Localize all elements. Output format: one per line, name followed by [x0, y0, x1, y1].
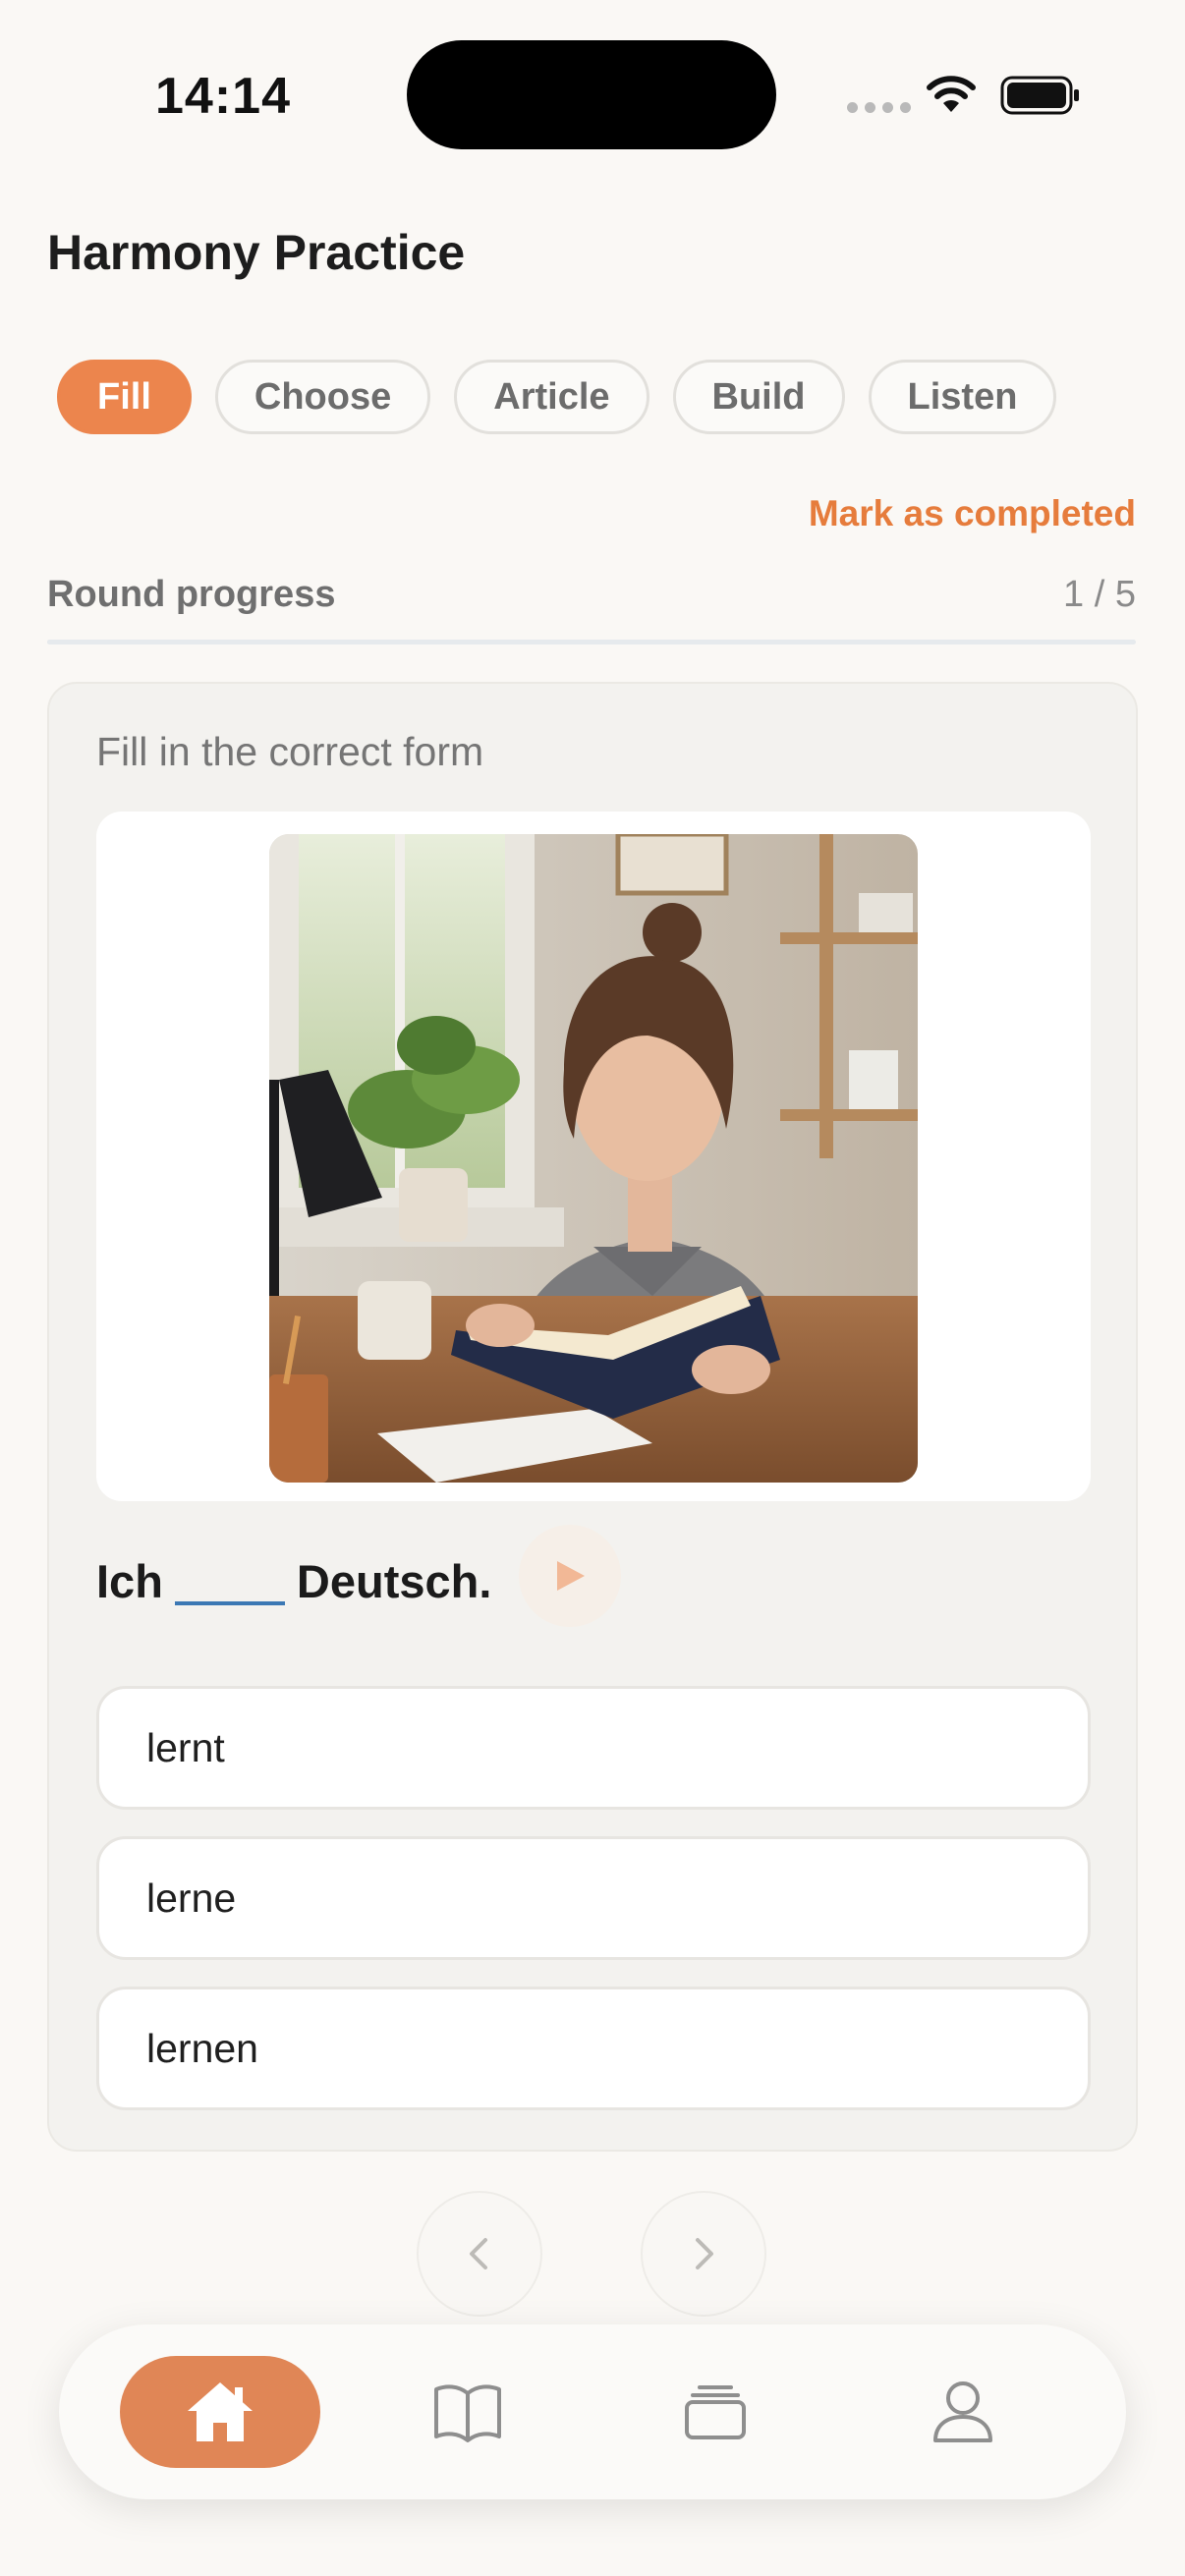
mark-completed-link[interactable]: Mark as completed: [809, 493, 1136, 534]
profile-icon: [933, 2381, 992, 2442]
exercise-illustration: [269, 834, 918, 1483]
status-bar: 14:14: [0, 0, 1185, 187]
answer-option[interactable]: lerne: [96, 1836, 1091, 1960]
signal-icon: [847, 102, 911, 113]
sentence-start: Ich: [96, 1555, 163, 1607]
progress-bar: [47, 640, 1136, 644]
answer-option[interactable]: lernen: [96, 1987, 1091, 2110]
book-icon: [434, 2384, 501, 2442]
exercise-sentence: Ich Deutsch.: [96, 1554, 491, 1608]
home-icon: [188, 2382, 253, 2441]
cards-icon: [685, 2385, 746, 2439]
tabbar-lessons[interactable]: [367, 2356, 568, 2468]
tab-build[interactable]: Build: [672, 360, 845, 434]
play-audio-button[interactable]: [519, 1525, 621, 1627]
sentence-end: Deutsch.: [296, 1555, 492, 1607]
exercise-instruction: Fill in the correct form: [96, 729, 484, 774]
mode-tabs: Fill Choose Article Build Listen: [57, 360, 1057, 434]
answer-options: lernt lerne lernen: [96, 1686, 1091, 2137]
progress-fill: [47, 640, 265, 644]
exercise-card: Fill in the correct form Ich Deutsch. le…: [47, 682, 1138, 2152]
tab-listen[interactable]: Listen: [868, 360, 1057, 434]
chevron-left-icon: [470, 2238, 487, 2269]
tab-fill[interactable]: Fill: [57, 360, 192, 434]
status-time: 14:14: [155, 68, 291, 125]
tab-choose[interactable]: Choose: [214, 360, 431, 434]
dynamic-island: [407, 40, 776, 149]
sentence-blank: [174, 1600, 285, 1605]
tabbar-profile[interactable]: [863, 2356, 1063, 2468]
battery-icon: [1000, 76, 1079, 115]
tab-article[interactable]: Article: [454, 360, 649, 434]
next-button[interactable]: [641, 2191, 766, 2317]
answer-option[interactable]: lernt: [96, 1686, 1091, 1810]
tabbar-cards[interactable]: [615, 2356, 816, 2468]
bottom-tab-bar: [59, 2324, 1126, 2499]
wifi-icon: [927, 76, 976, 112]
chevron-right-icon: [696, 2238, 713, 2269]
page-title: Harmony Practice: [47, 225, 466, 280]
previous-button[interactable]: [417, 2191, 542, 2317]
image-frame: [96, 812, 1091, 1501]
tabbar-home[interactable]: [120, 2356, 320, 2468]
progress-count: 1 / 5: [1063, 574, 1136, 615]
progress-label: Round progress: [47, 574, 336, 615]
play-icon: [557, 1561, 585, 1591]
